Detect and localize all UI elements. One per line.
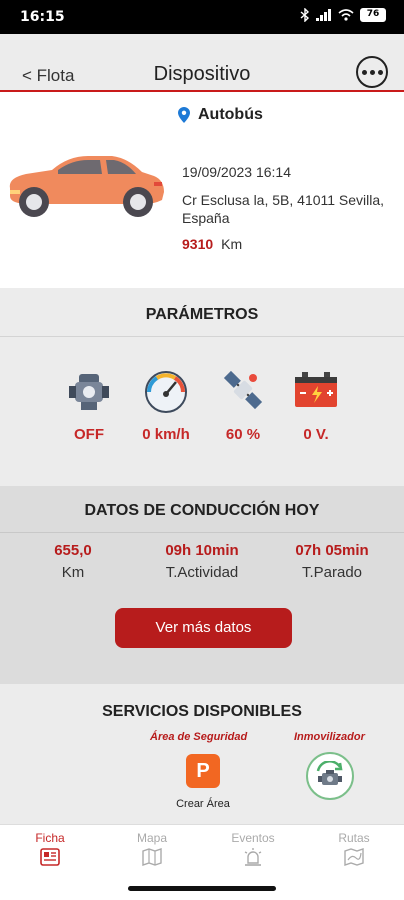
nav-label-ficha: Ficha — [35, 831, 65, 845]
gps-value: 60 % — [225, 426, 261, 443]
divider — [0, 336, 404, 337]
route-map-icon — [344, 848, 364, 866]
car-icon — [9, 156, 164, 217]
engine-value: OFF — [74, 426, 104, 443]
home-indicator[interactable] — [128, 886, 276, 891]
param-engine: OFF — [49, 366, 129, 443]
wifi-icon — [338, 9, 354, 21]
status-bar: 16:15 76 — [0, 0, 404, 34]
services-section: SERVICIOS DISPONIBLES Área de Seguridad … — [0, 684, 404, 824]
nav-item-eventos[interactable]: Eventos — [213, 831, 293, 867]
vehicle-type: Autobús — [178, 106, 263, 124]
driving-title: DATOS DE CONDUCCIÓN HOY — [84, 502, 320, 519]
driving-stat-stopped: 07h 05min T.Parado — [272, 542, 392, 581]
vehicle-address: Cr Esclusa la, 5B, 41011 Sevilla, España — [182, 192, 385, 226]
stopped-value: 07h 05min — [295, 542, 369, 559]
nav-label-rutas: Rutas — [338, 831, 370, 845]
battery-icon — [295, 372, 337, 407]
nav-label-mapa: Mapa — [136, 831, 168, 845]
driving-stat-distance: 655,0 Km — [13, 542, 133, 581]
distance-label: Km — [61, 564, 85, 581]
page-title: Dispositivo — [153, 63, 251, 85]
nav-item-rutas[interactable]: Rutas — [314, 831, 394, 867]
map-icon — [142, 848, 162, 866]
parameters-title: PARÁMETROS — [145, 306, 259, 323]
create-area-caption: Crear Área — [176, 798, 230, 810]
odometer-unit: Km — [221, 236, 243, 252]
vehicle-datetime: 19/09/2023 16:14 — [182, 164, 291, 180]
param-speed: 0 km/h — [126, 366, 206, 443]
nav-label-eventos: Eventos — [231, 831, 275, 845]
activity-label: T.Actividad — [165, 564, 239, 581]
distance-value: 655,0 — [54, 542, 92, 559]
more-data-button[interactable]: Ver más datos — [115, 608, 292, 648]
battery-status-icon: 76 — [360, 8, 386, 22]
alarm-light-icon — [244, 848, 262, 866]
immobilizer-label: Inmovilizador — [294, 731, 365, 743]
datasheet-icon — [40, 848, 60, 866]
divider — [0, 532, 404, 533]
satellite-icon — [223, 370, 263, 410]
services-title: SERVICIOS DISPONIBLES — [102, 703, 302, 720]
parameters-section: PARÁMETROS OFF 0 km/h 60 % 0 V. — [0, 288, 404, 486]
nav-item-ficha[interactable]: Ficha — [10, 831, 90, 867]
bottom-nav: Ficha Mapa Eventos Rutas — [0, 824, 404, 876]
vehicle-card: Autobús 19/09/2023 16:14 Cr Esclusa la, … — [0, 94, 404, 288]
driving-stat-activity: 09h 10min T.Actividad — [142, 542, 262, 581]
odometer-value: 9310 — [182, 236, 214, 252]
param-battery: 0 V. — [276, 366, 356, 443]
immobilizer-icon[interactable] — [306, 752, 354, 800]
driving-section: DATOS DE CONDUCCIÓN HOY 655,0 Km 09h 10m… — [0, 486, 404, 684]
speed-value: 0 km/h — [142, 426, 190, 443]
status-time: 16:15 — [20, 9, 65, 25]
parking-icon[interactable]: P — [186, 754, 220, 788]
vehicle-type-label: Autobús — [198, 106, 263, 123]
engine-icon — [69, 374, 109, 410]
activity-value: 09h 10min — [165, 542, 239, 559]
status-icons: 76 — [300, 8, 386, 22]
param-gps: 60 % — [203, 366, 283, 443]
stopped-label: T.Parado — [301, 564, 363, 581]
battery-value: 0 V. — [303, 426, 329, 443]
more-icon[interactable] — [356, 56, 388, 88]
nav-item-mapa[interactable]: Mapa — [112, 831, 192, 867]
location-pin-icon — [178, 107, 190, 123]
bluetooth-icon — [300, 8, 310, 22]
speedometer-icon — [145, 371, 187, 413]
top-bar: < Flota Dispositivo — [0, 34, 404, 92]
vehicle-odometer: 9310 Km — [182, 236, 242, 252]
security-area-label: Área de Seguridad — [150, 731, 248, 743]
signal-icon — [316, 9, 331, 21]
create-area-service[interactable]: P Crear Área — [170, 754, 236, 810]
